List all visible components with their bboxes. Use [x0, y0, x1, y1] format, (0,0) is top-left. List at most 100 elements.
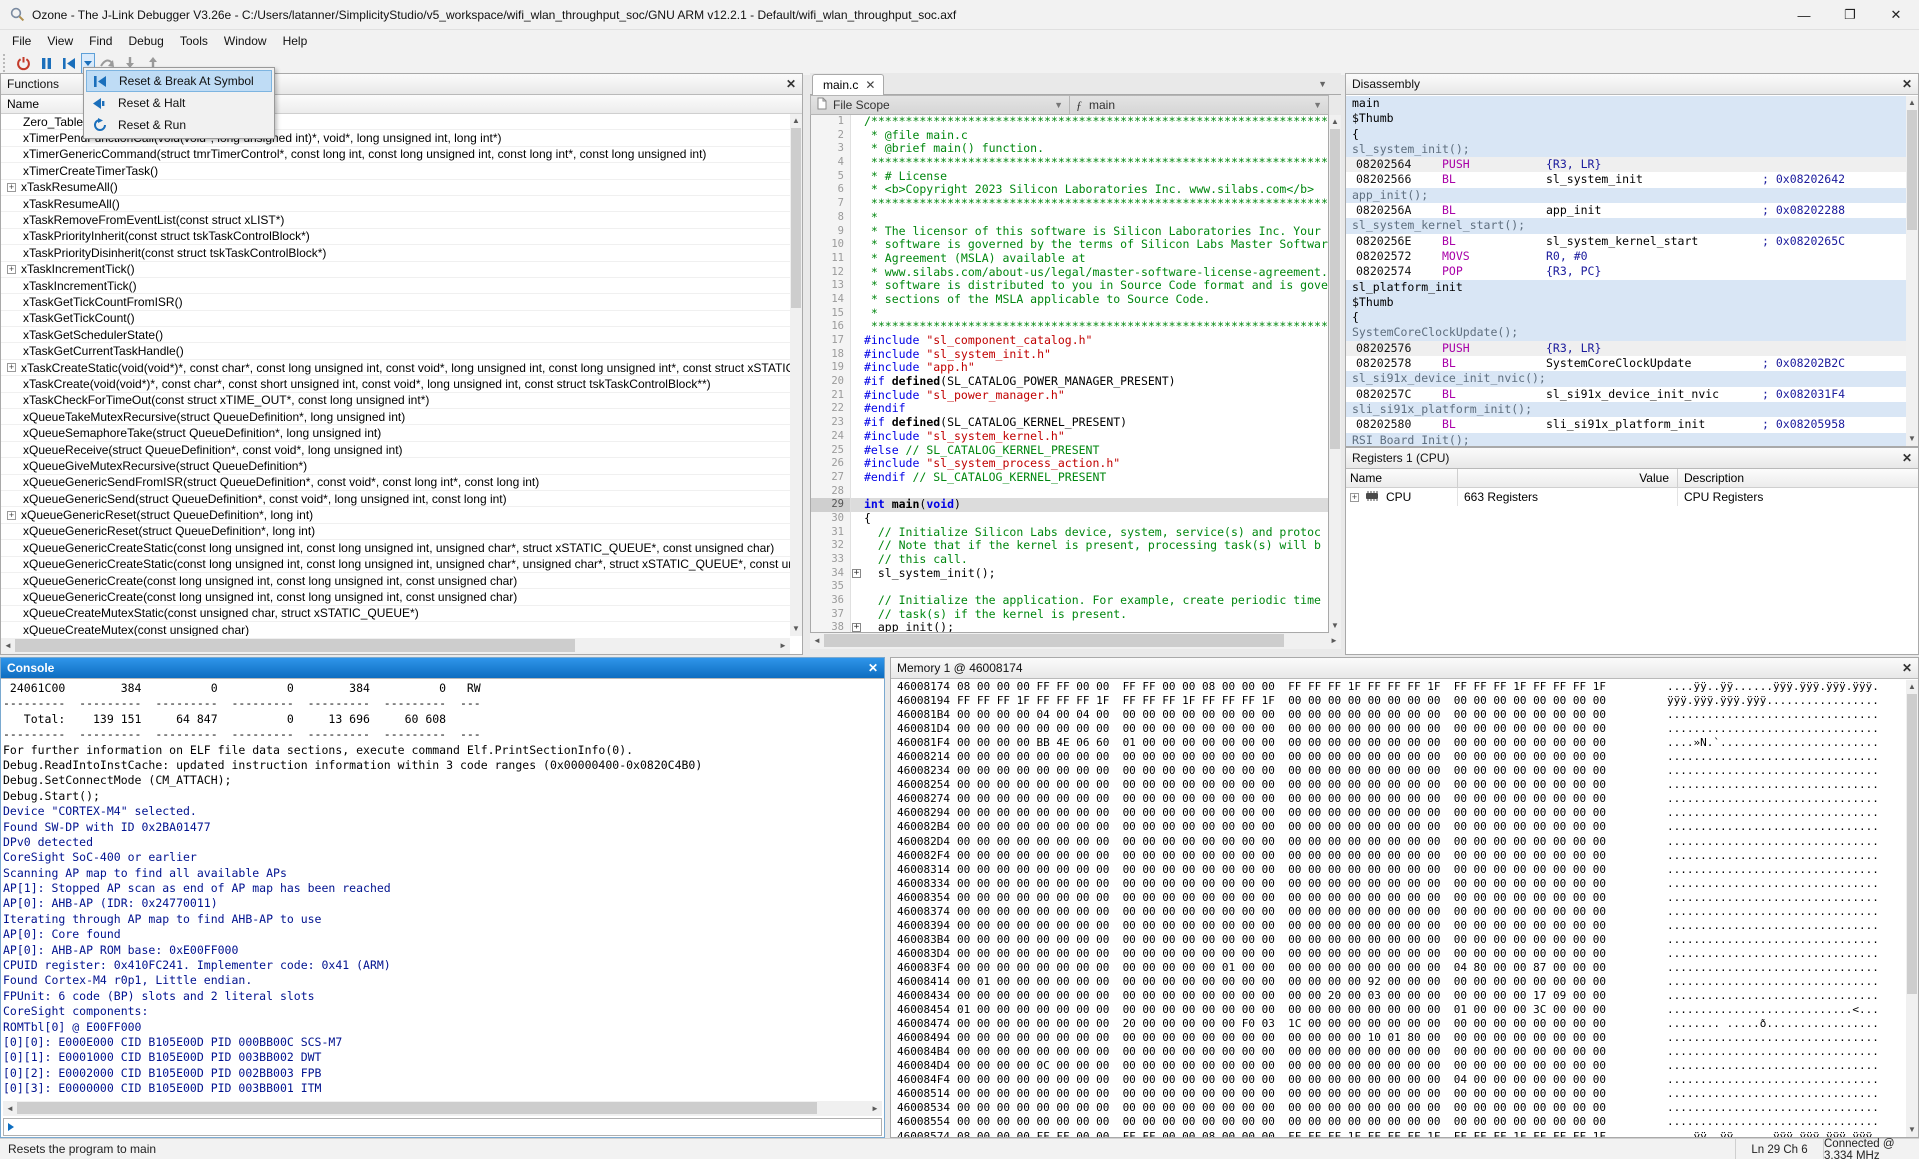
memory-row[interactable]: 4600855400 00 00 00 00 00 00 00 00 00 00…	[891, 1115, 1906, 1129]
memory-row[interactable]: 4600831400 00 00 00 00 00 00 00 00 00 00…	[891, 863, 1906, 877]
register-row-cpu[interactable]: + CPU 663 Registers CPU Registers	[1346, 488, 1918, 506]
code-line[interactable]: 1/**************************************…	[811, 115, 1328, 129]
memory-row[interactable]: 46008194FF FF FF 1F FF FF FF 1F FF FF FF…	[891, 694, 1906, 708]
function-row[interactable]: xTaskRemoveFromEventList(const struct xL…	[1, 212, 790, 228]
memory-row[interactable]: 460082F400 00 00 00 00 00 00 00 00 00 00…	[891, 849, 1906, 863]
function-row[interactable]: xTaskPriorityDisinherit(const struct tsk…	[1, 245, 790, 261]
code-line[interactable]: 36 // Initialize the application. For ex…	[811, 594, 1328, 608]
disasm-instruction[interactable]: 08202574POP{R3, PC}	[1346, 264, 1906, 279]
disassembly-vscrollbar[interactable]: ▲ ▼	[1906, 96, 1918, 446]
code-line[interactable]: 37 // task(s) if the kernel is present.	[811, 608, 1328, 622]
code-line[interactable]: 30{	[811, 512, 1328, 526]
code-line[interactable]: 3 * @brief main() function.	[811, 142, 1328, 156]
function-row[interactable]: +xTaskCreateStatic(void(void*)*, const c…	[1, 360, 790, 376]
menu-help[interactable]: Help	[275, 32, 316, 50]
console-log[interactable]: 24061C00 384 0 0 384 0 RW--------- -----…	[3, 681, 882, 1099]
code-line[interactable]: 27#endif // SL_CATALOG_KERNEL_PRESENT	[811, 471, 1328, 485]
functions-hscrollbar[interactable]: ◄ ►	[1, 638, 790, 654]
disasm-src[interactable]: sl_si91x_device_init_nvic();	[1346, 371, 1906, 386]
memory-close-icon[interactable]: ✕	[1902, 661, 1912, 675]
code-line[interactable]: 15 *	[811, 307, 1328, 321]
function-row[interactable]: xQueueTakeMutexRecursive(struct QueueDef…	[1, 409, 790, 425]
registers-column-header[interactable]: Name Value Description	[1346, 469, 1918, 488]
function-row[interactable]: xQueueGenericCreate(const long unsigned …	[1, 589, 790, 605]
code-line[interactable]: 13 * software is distributed to you in S…	[811, 279, 1328, 293]
memory-row[interactable]: 460082D400 00 00 00 00 00 00 00 00 00 00…	[891, 835, 1906, 849]
memory-row[interactable]: 4600847400 00 00 00 00 00 00 00 20 00 00…	[891, 1017, 1906, 1031]
disasm-instruction[interactable]: 0820257CBLsl_si91x_device_init_nvic; 0x0…	[1346, 387, 1906, 402]
memory-row[interactable]: 460081D400 00 00 00 00 00 00 00 00 00 00…	[891, 722, 1906, 736]
code-line[interactable]: 24#include "sl_system_kernel.h"	[811, 430, 1328, 444]
code-line[interactable]: 26#include "sl_system_process_action.h"	[811, 457, 1328, 471]
function-row[interactable]: xTaskCreate(void(void*)*, const char*, c…	[1, 376, 790, 392]
disasm-instruction[interactable]: 08202564PUSH{R3, LR}	[1346, 157, 1906, 172]
code-line[interactable]: 16 *************************************…	[811, 320, 1328, 334]
tab-list-dropdown-icon[interactable]: ▼	[1318, 79, 1327, 89]
function-row[interactable]: xQueueReceive(struct QueueDefinition*, c…	[1, 442, 790, 458]
code-line[interactable]: 22#endif	[811, 402, 1328, 416]
code-line[interactable]: 12 * www.silabs.com/about-us/legal/maste…	[811, 266, 1328, 280]
menu-item-reset-break-at-symbol[interactable]: Reset & Break At Symbol	[86, 70, 272, 92]
menu-window[interactable]: Window	[216, 32, 275, 50]
code-line[interactable]: 11 * Agreement (MSLA) available at	[811, 252, 1328, 266]
reset-button[interactable]	[58, 53, 81, 74]
code-line[interactable]: 28	[811, 485, 1328, 499]
code-line[interactable]: 38+ app_init();	[811, 621, 1328, 633]
code-line[interactable]: 21#include "sl_power_manager.h"	[811, 389, 1328, 403]
function-row[interactable]: xQueueGenericCreateStatic(const long uns…	[1, 557, 790, 573]
code-line[interactable]: 18#include "sl_system_init.h"	[811, 348, 1328, 362]
disassembly-body[interactable]: main$Thumb{sl_system_init();08202564PUSH…	[1346, 96, 1906, 446]
code-line[interactable]: 29int main(void)	[811, 498, 1328, 512]
function-row[interactable]: xQueueGiveMutexRecursive(struct QueueDef…	[1, 458, 790, 474]
registers-close-icon[interactable]: ✕	[1902, 451, 1912, 465]
maximize-button[interactable]: ❐	[1827, 0, 1873, 30]
memory-row[interactable]: 460083B400 00 00 00 00 00 00 00 00 00 00…	[891, 933, 1906, 947]
menu-file[interactable]: File	[4, 32, 39, 50]
memory-row[interactable]: 4600829400 00 00 00 00 00 00 00 00 00 00…	[891, 806, 1906, 820]
tab-main-c[interactable]: main.c ✕	[812, 74, 884, 95]
code-line[interactable]: 9 * The licensor of this software is Sil…	[811, 225, 1328, 239]
memory-row[interactable]: 4600857408 00 00 00 FF FF 00 00 FF FF 00…	[891, 1130, 1906, 1138]
code-line[interactable]: 10 * software is governed by the terms o…	[811, 238, 1328, 252]
function-row[interactable]: xQueueSemaphoreTake(struct QueueDefiniti…	[1, 425, 790, 441]
memory-row[interactable]: 4600851400 00 00 00 00 00 00 00 00 00 00…	[891, 1087, 1906, 1101]
disasm-label[interactable]: $Thumb	[1346, 111, 1906, 126]
memory-row[interactable]: 460083F400 00 00 00 00 00 00 00 00 00 00…	[891, 961, 1906, 975]
menu-item-reset-halt[interactable]: Reset & Halt	[86, 92, 272, 114]
disasm-label[interactable]: main	[1346, 96, 1906, 111]
code-line[interactable]: 14 * sections of the MSLA applicable to …	[811, 293, 1328, 307]
code-line[interactable]: 23#if defined(SL_CATALOG_KERNEL_PRESENT)	[811, 416, 1328, 430]
disasm-src[interactable]: app_init();	[1346, 188, 1906, 203]
console-command-input[interactable]	[3, 1118, 882, 1136]
memory-row[interactable]: 460084D400 00 00 00 0C 00 00 00 00 00 00…	[891, 1059, 1906, 1073]
code-line[interactable]: 19#include "app.h"	[811, 361, 1328, 375]
memory-row[interactable]: 460084F400 00 00 00 00 00 00 00 00 00 00…	[891, 1073, 1906, 1087]
function-row[interactable]: xQueueGenericCreateStatic(const long uns…	[1, 540, 790, 556]
function-row[interactable]: xTaskPriorityInherit(const struct tskTas…	[1, 229, 790, 245]
function-row[interactable]: xQueueCreateMutexStatic(const unsigned c…	[1, 606, 790, 622]
function-row[interactable]: xQueueGenericReset(struct QueueDefinitio…	[1, 524, 790, 540]
function-row[interactable]: xTaskResumeAll()	[1, 196, 790, 212]
memory-row[interactable]: 4600835400 00 00 00 00 00 00 00 00 00 00…	[891, 891, 1906, 905]
code-line[interactable]: 2 * @file main.c	[811, 129, 1328, 143]
console-close-icon[interactable]: ✕	[868, 661, 878, 675]
memory-row[interactable]: 4600817408 00 00 00 FF FF 00 00 FF FF 00…	[891, 680, 1906, 694]
memory-row[interactable]: 4600849400 00 00 00 00 00 00 00 00 00 00…	[891, 1031, 1906, 1045]
function-row[interactable]: xTaskGetSchedulerState()	[1, 327, 790, 343]
expand-icon[interactable]: +	[7, 265, 16, 274]
code-line[interactable]: 31 // Initialize Silicon Labs device, sy…	[811, 526, 1328, 540]
memory-row[interactable]: 460082B400 00 00 00 00 00 00 00 00 00 00…	[891, 820, 1906, 834]
memory-row[interactable]: 460081F400 00 00 00 BB 4E 06 60 01 00 00…	[891, 736, 1906, 750]
code-line[interactable]: 5 * # License	[811, 170, 1328, 184]
disasm-instruction[interactable]: 08202578BLSystemCoreClockUpdate; 0x08202…	[1346, 356, 1906, 371]
editor-hscrollbar[interactable]: ◄ ►	[810, 633, 1341, 649]
memory-vscrollbar[interactable]: ▲ ▼	[1906, 680, 1918, 1137]
disasm-src[interactable]: SystemCoreClockUpdate();	[1346, 325, 1906, 340]
function-row[interactable]: xQueueGenericSendFromISR(struct QueueDef…	[1, 475, 790, 491]
function-row[interactable]: xQueueGenericCreate(const long unsigned …	[1, 573, 790, 589]
pause-button[interactable]	[35, 53, 58, 74]
menu-debug[interactable]: Debug	[120, 32, 171, 50]
code-line[interactable]: 7 **************************************…	[811, 197, 1328, 211]
memory-row[interactable]: 4600825400 00 00 00 00 00 00 00 00 00 00…	[891, 778, 1906, 792]
function-row[interactable]: xTaskGetTickCountFromISR()	[1, 294, 790, 310]
